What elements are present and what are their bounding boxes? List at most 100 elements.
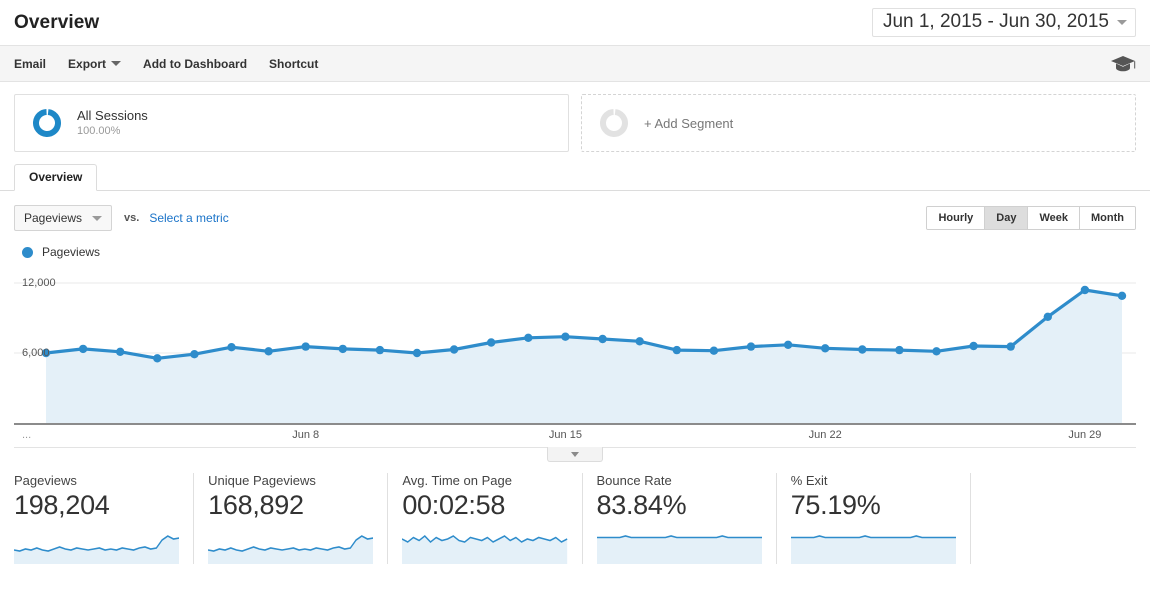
granularity-hourly[interactable]: Hourly: [927, 207, 986, 229]
chart-point[interactable]: [524, 333, 533, 342]
segments-bar: All Sessions 100.00% + Add Segment: [0, 82, 1150, 152]
shortcut-button[interactable]: Shortcut: [269, 57, 318, 71]
x-axis-tick-label: ...: [22, 429, 32, 441]
chart-collapse-strip: [14, 447, 1136, 463]
export-button[interactable]: Export: [68, 56, 122, 71]
chevron-down-icon: [92, 215, 103, 221]
chart-point[interactable]: [598, 334, 607, 344]
metric-card-sparkline: [790, 535, 956, 564]
chart-point[interactable]: [153, 354, 162, 363]
shortcut-label: Shortcut: [269, 56, 319, 71]
donut-empty-icon: [600, 109, 628, 137]
granularity-month[interactable]: Month: [1080, 207, 1135, 229]
email-button[interactable]: Email: [14, 57, 46, 71]
chart-point[interactable]: [635, 337, 644, 346]
email-label: Email: [14, 56, 47, 71]
add-segment-label: + Add Segment: [644, 115, 734, 131]
page-title: Overview: [14, 11, 100, 33]
chart-point[interactable]: [783, 340, 793, 349]
vs-label: vs.: [124, 212, 140, 224]
chart-point[interactable]: [78, 344, 88, 354]
granularity-toggle-group: Hourly Day Week Month: [926, 206, 1136, 230]
chart-point[interactable]: [709, 346, 719, 355]
metric-card[interactable]: Unique Pageviews 168,892: [193, 473, 387, 564]
segment-percent: 100.00%: [77, 125, 121, 137]
chart-point[interactable]: [1043, 312, 1053, 321]
chart-point[interactable]: [672, 345, 681, 355]
metric-card-title: % Exit: [790, 473, 828, 488]
chart-point[interactable]: [1080, 285, 1090, 295]
x-axis-tick-label: Jun 8: [292, 429, 320, 441]
select-a-metric-link[interactable]: Select a metric: [149, 211, 228, 225]
metric-summary-cards: Pageviews 198,204 Unique Pageviews 168,892 A…: [0, 463, 1150, 564]
chart-legend: Pageviews: [0, 231, 1150, 259]
chart-point[interactable]: [412, 348, 422, 358]
chart-point[interactable]: [116, 347, 125, 356]
chart-point[interactable]: [301, 342, 310, 351]
chart-point[interactable]: [190, 350, 199, 359]
chevron-down-icon: [111, 61, 122, 66]
segment-all-sessions[interactable]: All Sessions 100.00%: [14, 94, 569, 152]
donut-icon: [33, 109, 61, 137]
x-axis-tick-label: Jun 15: [548, 429, 582, 441]
metric-card-value: 168,892: [208, 490, 304, 520]
metric-card-value: 00:02:58: [402, 490, 506, 520]
chart-controls: Pageviews vs. Select a metric Hourly Day…: [0, 191, 1150, 231]
legend-color-swatch: [22, 246, 33, 258]
metric-card[interactable]: Bounce Rate 83.84%: [581, 473, 776, 564]
granularity-day[interactable]: Day: [985, 207, 1029, 229]
add-to-dashboard-button[interactable]: Add to Dashboard: [143, 57, 247, 71]
chart-point[interactable]: [487, 338, 496, 347]
metric-card-sparkline: [402, 534, 568, 564]
chart-point[interactable]: [932, 347, 941, 356]
chart-area-fill: [46, 290, 1122, 423]
segment-name: All Sessions: [77, 108, 148, 123]
collapse-chart-button[interactable]: [547, 447, 603, 462]
metric-card-value: 83.84%: [596, 490, 687, 520]
chart-point[interactable]: [1006, 342, 1015, 351]
metric-card[interactable]: % Exit 75.19%: [775, 473, 970, 564]
metric-card[interactable]: Avg. Time on Page 00:02:58: [387, 473, 581, 564]
chart-point[interactable]: [858, 345, 867, 354]
granularity-week[interactable]: Week: [1028, 207, 1081, 229]
chart-point[interactable]: [746, 342, 756, 351]
chart-point[interactable]: [449, 345, 459, 354]
metric-card-title: Bounce Rate: [596, 473, 672, 488]
chart-point[interactable]: [821, 344, 830, 353]
chart-point[interactable]: [1117, 291, 1127, 300]
graduation-cap-icon[interactable]: [1110, 54, 1136, 74]
metric-card[interactable]: Pageviews 198,204: [14, 473, 193, 564]
metric-selector-label: Pageviews: [24, 211, 83, 225]
page-header: Overview Jun 1, 2015 - Jun 30, 2015: [0, 0, 1150, 46]
metric-card-title: Pageviews: [14, 473, 77, 488]
y-axis-label-top: 12,000: [22, 277, 56, 289]
legend-label: Pageviews: [42, 245, 101, 259]
metric-card-title: Unique Pageviews: [208, 473, 316, 488]
chart-point[interactable]: [375, 345, 385, 355]
y-axis-label-mid: 6,000: [22, 347, 50, 359]
metric-selector[interactable]: Pageviews: [14, 205, 113, 231]
chart-point[interactable]: [561, 332, 570, 341]
chart-point[interactable]: [895, 345, 904, 355]
chart-point[interactable]: [227, 343, 236, 352]
chart-point[interactable]: [338, 344, 347, 354]
date-range-picker[interactable]: Jun 1, 2015 - Jun 30, 2015: [871, 8, 1136, 37]
report-tabs: Overview: [0, 164, 1150, 191]
metric-card-value: 75.19%: [790, 490, 881, 520]
graduation-cap-glyph: [1111, 55, 1136, 71]
metric-card-title: Avg. Time on Page: [402, 473, 512, 488]
segment-text-block: All Sessions 100.00%: [77, 107, 148, 139]
chart-point[interactable]: [969, 341, 978, 351]
main-chart-svg: [14, 282, 1136, 425]
metric-card-sparkline: [14, 535, 180, 564]
tab-overview[interactable]: Overview: [14, 164, 98, 191]
chart-point[interactable]: [264, 347, 273, 356]
tab-overview-label: Overview: [29, 170, 83, 184]
metric-card-sparkline: [596, 535, 762, 564]
report-toolbar: Email Export Add to Dashboard Shortcut: [0, 46, 1150, 82]
add-segment-button[interactable]: + Add Segment: [581, 94, 1136, 152]
export-label: Export: [68, 56, 107, 71]
main-chart[interactable]: 12,000 6,000: [0, 259, 1150, 425]
add-to-dashboard-label: Add to Dashboard: [143, 56, 248, 71]
chevron-down-icon: [571, 451, 579, 457]
